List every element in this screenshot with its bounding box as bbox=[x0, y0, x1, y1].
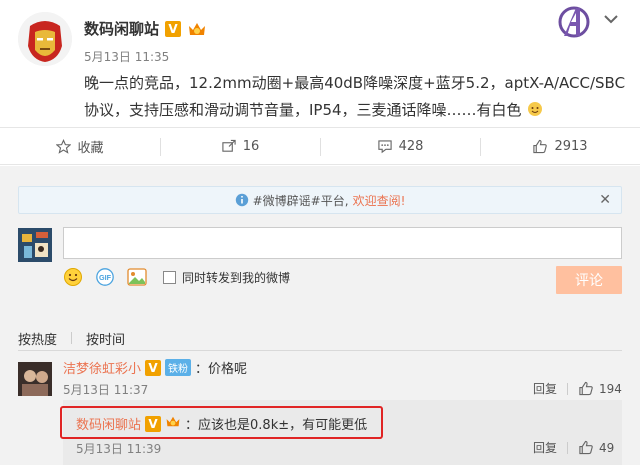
star-icon bbox=[56, 138, 72, 154]
notice-bar: #微博辟谣#平台, 欢迎查阅! ✕ bbox=[18, 186, 622, 214]
comment-count: 428 bbox=[398, 138, 424, 154]
reply-line: 数码闲聊站 V ：应该也是0.8k±，有可能更低 bbox=[76, 414, 367, 433]
comment-line: 洁梦徐虹彩小 V 铁粉 ：价格呢 bbox=[63, 358, 247, 377]
reply-actions: 回复 49 bbox=[533, 439, 614, 456]
like-count: 2913 bbox=[554, 138, 588, 154]
action-divider bbox=[567, 441, 569, 454]
sort-by-hot-tab[interactable]: 按热度 bbox=[18, 329, 57, 348]
author-name[interactable]: 数码闲聊站 bbox=[84, 18, 159, 39]
comment-like-button[interactable]: 194 bbox=[578, 381, 622, 396]
comment-actions: 回复 194 bbox=[533, 380, 622, 397]
info-icon bbox=[235, 193, 248, 207]
sort-by-time-tab[interactable]: 按时间 bbox=[86, 329, 125, 348]
sort-divider-line bbox=[18, 350, 622, 351]
reply-reply-button[interactable]: 回复 bbox=[533, 439, 557, 456]
commenter-name[interactable]: 洁梦徐虹彩小 bbox=[63, 358, 141, 377]
comment-input[interactable] bbox=[63, 227, 622, 259]
notice-link[interactable]: 欢迎查阅! bbox=[353, 192, 406, 209]
comments-panel: #微博辟谣#平台, 欢迎查阅! ✕ GIF 同时转发到我的微博 评论 按热度 按… bbox=[0, 166, 640, 465]
like-button[interactable]: 2913 bbox=[480, 128, 640, 164]
chevron-down-icon[interactable] bbox=[603, 12, 619, 26]
post-time[interactable]: 5月13日 11:35 bbox=[84, 48, 169, 65]
reply-text: ：应该也是0.8k±，有可能更低 bbox=[185, 418, 368, 433]
forward-icon bbox=[222, 139, 236, 152]
verified-badge-icon: V bbox=[145, 415, 162, 432]
forward-count: 16 bbox=[242, 138, 260, 154]
thumbs-up-icon bbox=[579, 440, 593, 455]
reply-like-count: 49 bbox=[599, 440, 615, 455]
ironman-avatar-icon bbox=[18, 12, 72, 66]
fan-badge: 铁粉 bbox=[165, 359, 192, 376]
vip-crown-icon bbox=[165, 414, 181, 433]
comment-time: 5月13日 11:37 bbox=[63, 383, 149, 397]
my-avatar[interactable] bbox=[18, 228, 52, 262]
gif-label: GIF bbox=[99, 273, 112, 282]
thumbs-up-icon bbox=[533, 139, 548, 153]
reply-time: 5月13日 11:39 bbox=[76, 442, 162, 456]
vip-crown-icon bbox=[187, 20, 207, 38]
replier-name[interactable]: 数码闲聊站 bbox=[76, 414, 141, 433]
forward-button[interactable]: 16 bbox=[160, 128, 320, 164]
composer-tools: GIF 同时转发到我的微博 bbox=[63, 267, 290, 287]
reply-like-button[interactable]: 49 bbox=[578, 440, 614, 455]
sync-checkbox[interactable] bbox=[163, 270, 176, 284]
notice-text: #微博辟谣#平台, bbox=[252, 193, 349, 208]
verified-badge-icon: V bbox=[165, 20, 182, 37]
comment-reply-button[interactable]: 回复 bbox=[533, 380, 557, 397]
smile-emoji-icon bbox=[526, 101, 544, 119]
close-icon[interactable]: ✕ bbox=[599, 192, 611, 208]
sort-divider bbox=[71, 332, 73, 344]
comment-icon bbox=[377, 139, 392, 153]
sort-tabs: 按热度 按时间 bbox=[18, 329, 125, 348]
author-avatar[interactable] bbox=[18, 12, 72, 66]
submit-comment-button[interactable]: 评论 bbox=[556, 266, 622, 294]
verified-badge-icon: V bbox=[145, 359, 162, 376]
action-divider bbox=[567, 382, 569, 395]
comment-text: ：价格呢 bbox=[195, 362, 248, 377]
favorite-button[interactable]: 收藏 bbox=[0, 128, 160, 164]
post-content: 晚一点的竞品，12.2mm动圈+最高40dB降噪深度+蓝牙5.2，aptX-A/… bbox=[84, 70, 629, 124]
avengers-logo-icon bbox=[556, 4, 592, 40]
sync-label: 同时转发到我的微博 bbox=[182, 270, 291, 285]
gif-icon[interactable]: GIF bbox=[95, 267, 115, 287]
commenter-avatar[interactable] bbox=[18, 362, 52, 396]
image-icon[interactable] bbox=[127, 267, 147, 287]
comment-button[interactable]: 428 bbox=[320, 128, 480, 164]
comment-like-count: 194 bbox=[599, 381, 622, 396]
thumbs-up-icon bbox=[579, 381, 593, 396]
emoji-icon[interactable] bbox=[63, 267, 83, 287]
post-action-bar: 收藏 16 428 2913 bbox=[0, 127, 640, 165]
favorite-label: 收藏 bbox=[77, 140, 104, 156]
post-author: 数码闲聊站 V bbox=[84, 18, 207, 39]
